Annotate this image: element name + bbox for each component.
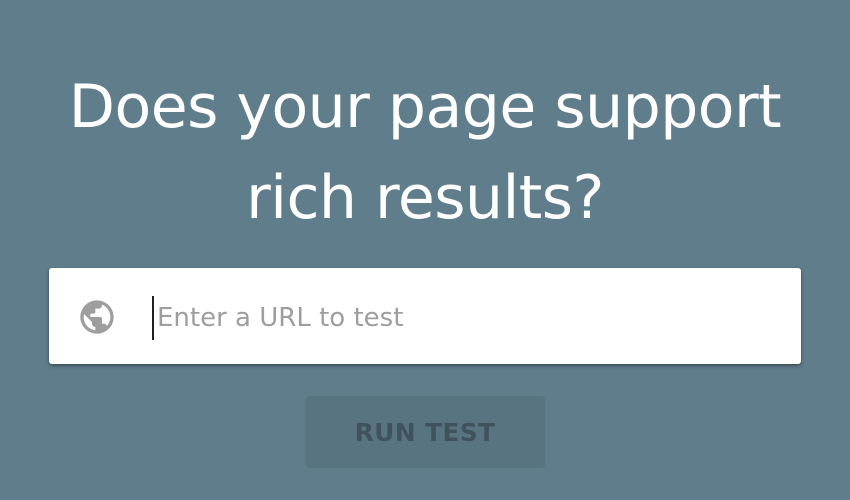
page-title-line-2: rich results? bbox=[246, 163, 604, 233]
page-title: Does your page support rich results? bbox=[0, 62, 850, 244]
run-test-button[interactable]: RUN TEST bbox=[305, 396, 545, 468]
url-input[interactable] bbox=[152, 296, 777, 340]
globe-icon bbox=[77, 297, 117, 337]
page-title-line-1: Does your page support bbox=[68, 72, 782, 142]
